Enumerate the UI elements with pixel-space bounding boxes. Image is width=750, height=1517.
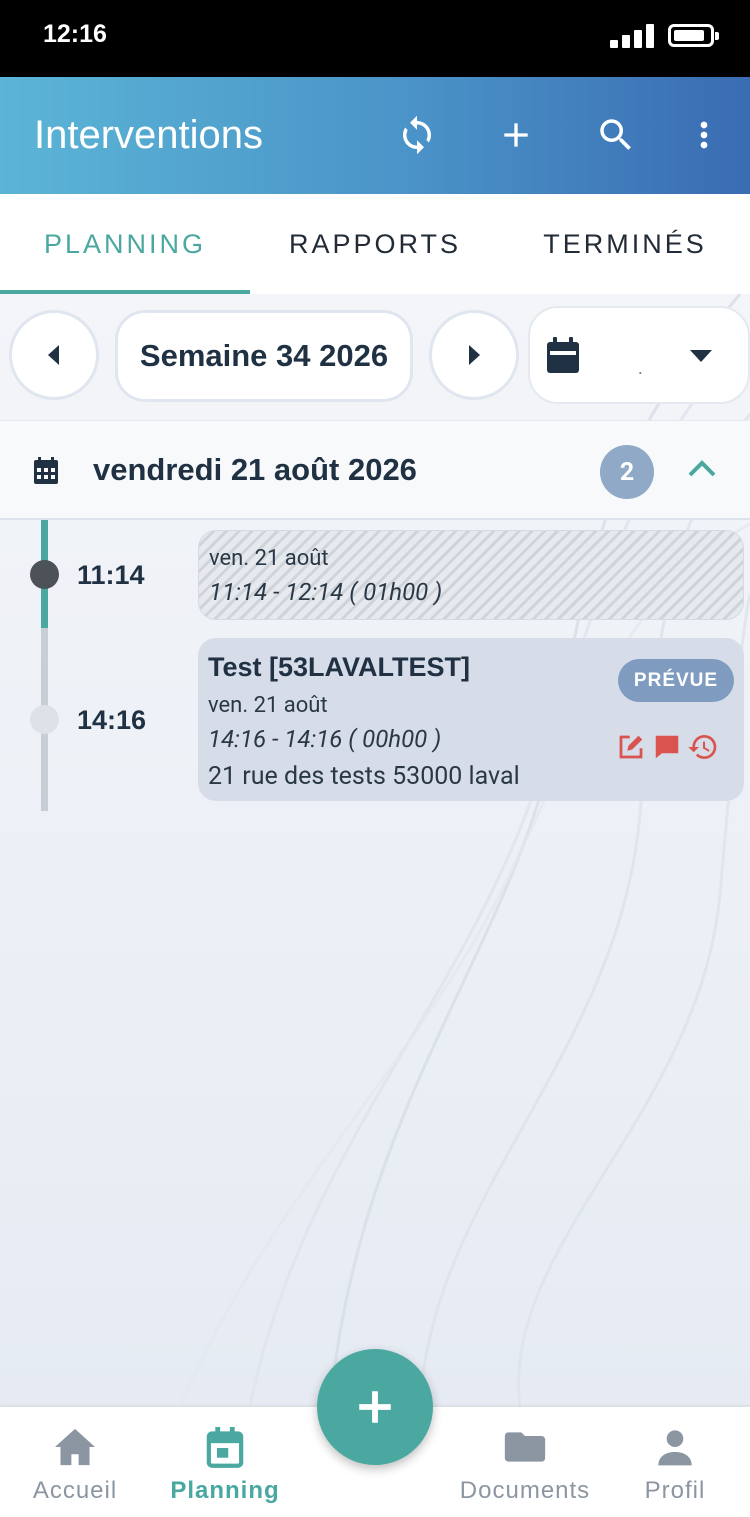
intervention-time: 11:14	[77, 560, 145, 590]
caret-left-icon	[48, 345, 59, 365]
nav-label: Documents	[459, 1477, 591, 1504]
intervention-range: 11:14 - 12:14 ( 01h00 )	[209, 578, 443, 606]
nav-planning[interactable]: Planning	[150, 1407, 300, 1517]
intervention-card[interactable]: ven. 21 août 11:14 - 12:14 ( 01h00 )	[198, 530, 744, 620]
status-badge: PRÉVUE	[618, 659, 734, 702]
nav-profil[interactable]: Profil	[600, 1407, 750, 1517]
person-icon	[658, 1430, 692, 1466]
timeline-node	[30, 560, 59, 589]
calendar-icon	[547, 337, 579, 373]
calendar-select-value: .	[638, 358, 643, 379]
calendar-day-icon	[34, 457, 58, 484]
day-label: vendredi 21 août 2026	[93, 452, 417, 487]
chevron-up-icon[interactable]	[688, 459, 716, 477]
intervention-date: ven. 21 août	[209, 546, 329, 571]
intervention-date: ven. 21 août	[208, 693, 328, 718]
timeline-node	[30, 705, 59, 734]
dropdown-arrow-icon	[690, 350, 712, 362]
page-title: Interventions	[34, 113, 264, 157]
card-actions	[614, 730, 720, 764]
status-bar: 12:16	[0, 0, 750, 77]
nav-label: Profil	[644, 1477, 706, 1504]
intervention-count-badge: 2	[600, 445, 654, 499]
edit-icon[interactable]	[614, 730, 648, 764]
intervention-card[interactable]: Test [53LAVALTEST] ven. 21 août 14:16 - …	[198, 638, 744, 801]
add-intervention-fab[interactable]	[317, 1349, 433, 1465]
intervention-title: Test [53LAVALTEST]	[208, 652, 471, 682]
intervention-range: 14:16 - 14:16 ( 00h00 )	[208, 725, 442, 753]
tab-termines[interactable]: TERMINÉS	[500, 194, 750, 294]
intervention-time: 14:16	[77, 705, 147, 735]
sync-icon[interactable]	[389, 107, 445, 163]
nav-accueil[interactable]: Accueil	[0, 1407, 150, 1517]
comment-icon[interactable]	[650, 730, 684, 764]
nav-documents[interactable]: Documents	[450, 1407, 600, 1517]
planning-content: Semaine 34 2026 . vendredi 21 août 2026 …	[0, 294, 750, 1407]
calendar-icon	[206, 1427, 244, 1468]
calendar-view-select[interactable]: .	[528, 306, 750, 404]
day-header[interactable]: vendredi 21 août 2026 2	[0, 420, 750, 520]
plus-icon	[359, 1391, 391, 1423]
more-vert-icon[interactable]	[676, 107, 732, 163]
history-icon[interactable]	[686, 730, 720, 764]
week-label[interactable]: Semaine 34 2026	[115, 310, 413, 402]
intervention-address: 21 rue des tests 53000 laval	[208, 762, 520, 791]
folder-icon	[504, 1432, 546, 1462]
home-icon	[55, 1428, 95, 1466]
tab-bar: PLANNING RAPPORTS TERMINÉS	[0, 194, 750, 294]
caret-right-icon	[469, 345, 480, 365]
status-time: 12:16	[43, 20, 107, 48]
app-bar: Interventions	[0, 77, 750, 194]
nav-label: Accueil	[32, 1477, 118, 1504]
tab-rapports[interactable]: RAPPORTS	[250, 194, 500, 294]
search-icon[interactable]	[588, 107, 644, 163]
tab-planning[interactable]: PLANNING	[0, 194, 250, 294]
signal-icon	[610, 24, 656, 48]
next-week-button[interactable]	[429, 310, 519, 400]
previous-week-button[interactable]	[9, 310, 99, 400]
add-icon[interactable]	[488, 107, 544, 163]
battery-icon	[668, 24, 719, 47]
nav-label: Planning	[170, 1477, 280, 1504]
